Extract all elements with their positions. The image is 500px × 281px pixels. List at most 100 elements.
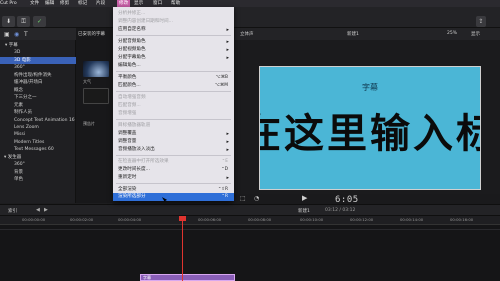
menu-item[interactable]: 应用自定名称 ▸ <box>113 26 234 34</box>
sidebar-item[interactable]: 背景 <box>0 169 76 176</box>
menu-item[interactable]: 调整音量 ▸ <box>113 138 234 146</box>
timeline-area[interactable] <box>0 225 500 281</box>
menubar-item[interactable]: 标记 <box>78 0 87 7</box>
submenu-arrow-icon: ▸ <box>226 147 229 153</box>
ruler-tick-label: 00:00:06:00 <box>198 217 222 222</box>
libraries-icon[interactable]: ▣ <box>4 31 10 38</box>
menu-separator <box>116 71 231 72</box>
import-button[interactable]: ⬇ <box>2 16 15 27</box>
transform-tool-icon[interactable]: ⬚ <box>240 195 246 202</box>
sidebar-item[interactable]: Modern Titles <box>0 139 76 146</box>
sidebar-item[interactable]: 360° <box>0 161 76 168</box>
audio-format-label: 立体声 <box>240 32 254 37</box>
play-icon[interactable]: ▶ <box>302 194 307 202</box>
menu-item-label: 全部渲染 <box>118 187 137 192</box>
viewer-canvas[interactable]: 字幕 在这里输入标题 <box>259 66 481 190</box>
speed-tool-icon[interactable]: ◔ <box>254 195 259 202</box>
ruler-tick-label: 00:00:12:00 <box>350 217 374 222</box>
thumbnail-label: 大气 <box>83 79 91 84</box>
menubar-item[interactable]: Cut Pro <box>0 0 17 7</box>
menu-separator <box>116 183 231 184</box>
menubar-item[interactable]: 编辑 <box>45 0 54 7</box>
menubar-item[interactable]: 窗口 <box>153 0 162 7</box>
menu-item[interactable]: 渲染所选部分 ⌃R <box>113 193 234 201</box>
submenu-arrow-icon: ▸ <box>226 27 229 33</box>
share-button[interactable]: ⇪ <box>476 16 486 27</box>
menu-item[interactable]: 重新定时 ▸ <box>113 174 234 182</box>
sidebar-item[interactable]: Lens Zoom <box>0 124 76 131</box>
menu-item: 音频增强 <box>113 110 234 118</box>
menu-item-shortcut: ⌃E <box>221 159 228 164</box>
sidebar-item[interactable]: 概念 <box>0 87 76 94</box>
photos-icon[interactable]: ◉ <box>14 31 19 38</box>
keyword-button[interactable]: ⚿ <box>17 16 30 27</box>
sidebar-item[interactable]: 构件出现/构件消失 <box>0 72 76 79</box>
clip-label: 字幕 <box>143 275 151 280</box>
menu-separator <box>116 91 231 92</box>
menu-item[interactable]: 平衡颜色 ⌥⌘B <box>113 74 234 82</box>
menu-item-label: 编辑角色... <box>118 63 141 68</box>
sidebar-item[interactable]: 3D <box>0 49 76 56</box>
viewer-project-name: 新建1 <box>347 32 359 37</box>
timeline-project-name: 新建1 <box>298 209 310 214</box>
sidebar-item[interactable]: Concept Text Animation 16 <box>0 117 76 124</box>
menu-item[interactable]: 分配音频角色 ▸ <box>113 38 234 46</box>
menubar-item[interactable]: 显示 <box>134 0 143 7</box>
ruler-tick-label: 00:00:02:00 <box>70 217 94 222</box>
ruler-tick-label: 00:00:10:00 <box>300 217 324 222</box>
menu-item[interactable]: 分配视频角色 ▸ <box>113 46 234 54</box>
viewer: 立体声 新建1 25% 显示 字幕 在这里输入标题 <box>235 28 500 203</box>
sidebar-header: ▣ ◉ T <box>0 28 76 40</box>
timeline-index-button[interactable]: 索引 <box>8 208 17 214</box>
menu-item: 匹配音频... <box>113 102 234 110</box>
view-options-button[interactable]: 显示 <box>471 31 480 37</box>
playhead[interactable] <box>182 216 183 281</box>
zoom-level[interactable]: 25% <box>447 31 457 36</box>
playhead-handle[interactable] <box>179 216 186 221</box>
menu-item-label: 目标播放器轨道 <box>118 123 151 128</box>
menu-item[interactable]: 调整覆盖 ▸ <box>113 130 234 138</box>
toolbar: ⬇ ⚿ ✓ ⇪ <box>0 7 500 28</box>
menu-item[interactable]: 匹配颜色... ⌥⌘M <box>113 82 234 90</box>
sidebar-item[interactable]: 3D 电影 <box>0 57 76 64</box>
sidebar-item[interactable]: 元素 <box>0 102 76 109</box>
sidebar-item[interactable]: Text Messages 60 <box>0 146 76 153</box>
menu-item[interactable]: 分配字幕角色 ▸ <box>113 54 234 62</box>
sidebar-item[interactable]: 制作人员 <box>0 109 76 116</box>
menubar-item[interactable]: 帮助 <box>171 0 180 7</box>
sidebar-item[interactable]: 下三分之一 <box>0 94 76 101</box>
library-sidebar: ▣ ◉ T ▾ 字幕 3D 3D 电影 360° 构件出现/构件消失 缓冲器/开场白 概念下… <box>0 28 76 203</box>
menu-item-label: 分析并修正... <box>118 11 146 16</box>
menu-item[interactable]: 编辑角色... <box>113 62 234 70</box>
menu-item-label: 音频播放淡入淡出 <box>118 147 155 152</box>
sidebar-item[interactable]: 360° <box>0 64 76 71</box>
sidebar-item[interactable]: ▾ 发生器 <box>0 154 76 161</box>
titles-browser: 已安装的字幕 大气 预告片 <box>76 28 112 203</box>
sidebar-item[interactable]: 单色 <box>0 176 76 183</box>
viewer-header: 立体声 新建1 25% 显示 <box>235 28 500 40</box>
menu-item[interactable]: 音频播放淡入淡出 ▸ <box>113 146 234 154</box>
menu-item: 自动增强音频 <box>113 94 234 102</box>
menu-separator <box>116 35 231 36</box>
titles-icon[interactable]: T <box>24 31 28 38</box>
forward-icon[interactable]: ▶ <box>44 207 48 213</box>
menu-item-shortcut: ⌥⌘B <box>215 75 228 80</box>
menu-item-label: 匹配颜色... <box>118 83 141 88</box>
title-thumbnail-atmosphere[interactable] <box>83 61 109 77</box>
menu-item[interactable]: 更改时间长度... ⌃D <box>113 166 234 174</box>
menubar-item[interactable]: 片段 <box>96 0 105 7</box>
title-thumbnail-trailer[interactable] <box>83 88 109 104</box>
background-tasks-button[interactable]: ✓ <box>33 16 46 27</box>
menubar-item[interactable]: 文件 <box>30 0 39 7</box>
menu-item-label: 匹配音频... <box>118 103 141 108</box>
sidebar-item[interactable]: Missi <box>0 131 76 138</box>
sidebar-item[interactable]: 缓冲器/开场白 <box>0 79 76 86</box>
ruler-tick-label: 00:00:16:00 <box>450 217 474 222</box>
sidebar-item[interactable]: ▾ 字幕 <box>0 42 76 49</box>
menu-item-label: 调整音量 <box>118 139 137 144</box>
menu-item: 分析并修正... <box>113 10 234 18</box>
menubar-item[interactable]: 修剪 <box>60 0 69 7</box>
title-clip[interactable]: 字幕 <box>140 274 235 281</box>
back-icon[interactable]: ◀ <box>36 207 40 213</box>
menubar-item[interactable]: 修改 <box>117 0 131 7</box>
